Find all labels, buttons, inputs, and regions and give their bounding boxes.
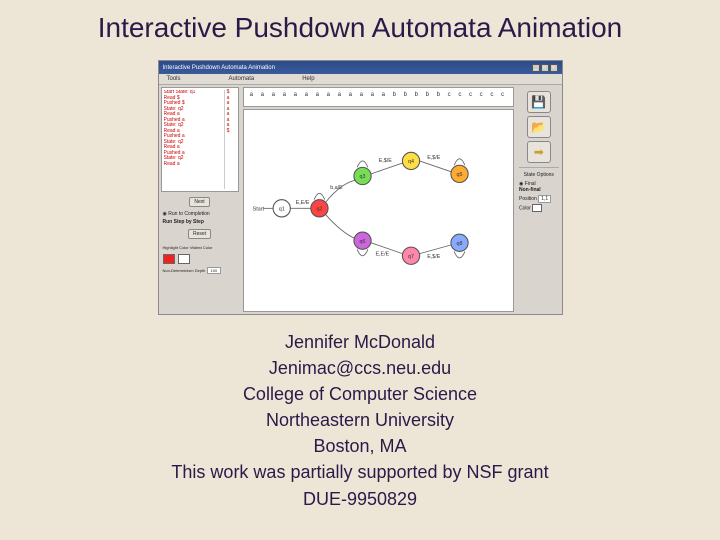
edge-label: E,$/E bbox=[427, 155, 441, 161]
edge bbox=[326, 180, 355, 202]
left-controls: Next ◉ Run to Completion Run Step by Ste… bbox=[161, 192, 239, 312]
menu-automata[interactable]: Automata bbox=[221, 74, 295, 84]
state-label: q6 bbox=[359, 239, 365, 245]
state-label: q5 bbox=[456, 172, 462, 178]
edge bbox=[371, 163, 402, 174]
edge bbox=[419, 161, 450, 172]
highlight-color-swatch[interactable] bbox=[163, 254, 175, 264]
log-text: Start State: q1 Read $ Pushed $ State: q… bbox=[164, 90, 224, 189]
grant-line1: This work was partially supported by NSF… bbox=[0, 459, 720, 485]
self-loop bbox=[357, 249, 368, 255]
state-label: q1 bbox=[278, 207, 284, 213]
app-titlebar: Interactive Pushdown Automata Animation … bbox=[159, 61, 562, 74]
start-label: Start bbox=[252, 207, 264, 213]
state-label: q4 bbox=[408, 159, 414, 165]
automaton-canvas[interactable]: Start E,E/E b,a/E E,$/E E,$/E E,E/E bbox=[243, 109, 514, 312]
state-label: q7 bbox=[408, 254, 414, 260]
run-completion-label: Run to Completion bbox=[168, 211, 209, 217]
app-body: Start State: q1 Read $ Pushed $ State: q… bbox=[159, 85, 562, 314]
stack-display: $ a a a a a a $ bbox=[224, 90, 236, 189]
affiliation-loc: Boston, MA bbox=[0, 433, 720, 459]
edge-label: E,$/E bbox=[427, 254, 441, 260]
state-label: q3 bbox=[359, 174, 365, 180]
color-label: Color bbox=[519, 205, 531, 211]
state-label: q2 bbox=[316, 207, 322, 213]
color-swatch[interactable] bbox=[532, 204, 542, 212]
menu-tools[interactable]: Tools bbox=[159, 74, 221, 84]
visited-color-swatch[interactable] bbox=[178, 254, 190, 264]
run-step-radio[interactable]: Run Step by Step bbox=[163, 219, 237, 225]
depth-row: Non-Determinism Depth 100 bbox=[163, 268, 237, 273]
main-panel: a a a a a a a a a a a a a b b b b b c c … bbox=[241, 85, 516, 314]
page-title: Interactive Pushdown Automata Animation bbox=[0, 0, 720, 44]
edge-label: E,E/E bbox=[375, 252, 389, 258]
edge-label: b,a/E bbox=[330, 185, 343, 191]
menu-help[interactable]: Help bbox=[294, 74, 354, 84]
graph-svg: Start E,E/E b,a/E E,$/E E,$/E E,E/E bbox=[244, 110, 513, 311]
depth-input[interactable]: 100 bbox=[207, 267, 222, 274]
window-controls: _ □ × bbox=[532, 64, 558, 72]
edge-label: E,$/E bbox=[378, 158, 392, 164]
state-label: q8 bbox=[456, 241, 462, 247]
credits: Jennifer McDonald Jenimac@ccs.neu.edu Co… bbox=[0, 325, 720, 512]
self-loop bbox=[314, 193, 325, 199]
position-label: Position bbox=[519, 196, 537, 202]
affiliation-uni: Northeastern University bbox=[0, 407, 720, 433]
author-email: Jenimac@ccs.neu.edu bbox=[0, 355, 720, 381]
self-loop bbox=[454, 251, 465, 257]
maximize-icon[interactable]: □ bbox=[541, 64, 549, 72]
run-completion-radio[interactable]: ◉ Run to Completion bbox=[163, 211, 237, 217]
depth-label: Non-Determinism Depth bbox=[163, 268, 206, 273]
self-loop bbox=[357, 161, 368, 167]
run-step-label: Run Step by Step bbox=[163, 219, 204, 225]
grant-line2: DUE-9950829 bbox=[0, 486, 720, 512]
author-name: Jennifer McDonald bbox=[0, 329, 720, 355]
next-button[interactable]: Next bbox=[189, 197, 209, 207]
edge-label: E,E/E bbox=[295, 200, 309, 206]
minimize-icon[interactable]: _ bbox=[532, 64, 540, 72]
app-screenshot: Interactive Pushdown Automata Animation … bbox=[158, 60, 563, 315]
close-icon[interactable]: × bbox=[550, 64, 558, 72]
state-options-header: State Options bbox=[519, 172, 558, 178]
left-panel: Start State: q1 Read $ Pushed $ State: q… bbox=[159, 85, 241, 314]
nonfinal-radio[interactable]: Non-final bbox=[519, 187, 558, 193]
edge bbox=[419, 245, 450, 254]
highlight-label: Highlight Color Visited Color bbox=[163, 245, 237, 250]
self-loop bbox=[454, 159, 465, 165]
right-panel: 💾 📂 ➡ State Options ◉ Final Non-final Po… bbox=[516, 85, 561, 314]
window-title: Interactive Pushdown Automata Animation bbox=[163, 65, 275, 71]
affiliation-dept: College of Computer Science bbox=[0, 381, 720, 407]
position-input[interactable]: 1,1 bbox=[538, 195, 551, 203]
input-tape: a a a a a a a a a a a a a b b b b b c c … bbox=[243, 87, 514, 107]
run-arrow-icon[interactable]: ➡ bbox=[527, 141, 551, 163]
open-icon[interactable]: 📂 bbox=[527, 116, 551, 138]
edge bbox=[326, 215, 355, 239]
nonfinal-label: Non-final bbox=[519, 187, 541, 193]
reset-button[interactable]: Reset bbox=[188, 229, 211, 239]
app-window: Interactive Pushdown Automata Animation … bbox=[158, 60, 563, 315]
log-box: Start State: q1 Read $ Pushed $ State: q… bbox=[161, 87, 239, 192]
save-icon[interactable]: 💾 bbox=[527, 91, 551, 113]
menubar: Tools Automata Help bbox=[159, 74, 562, 85]
